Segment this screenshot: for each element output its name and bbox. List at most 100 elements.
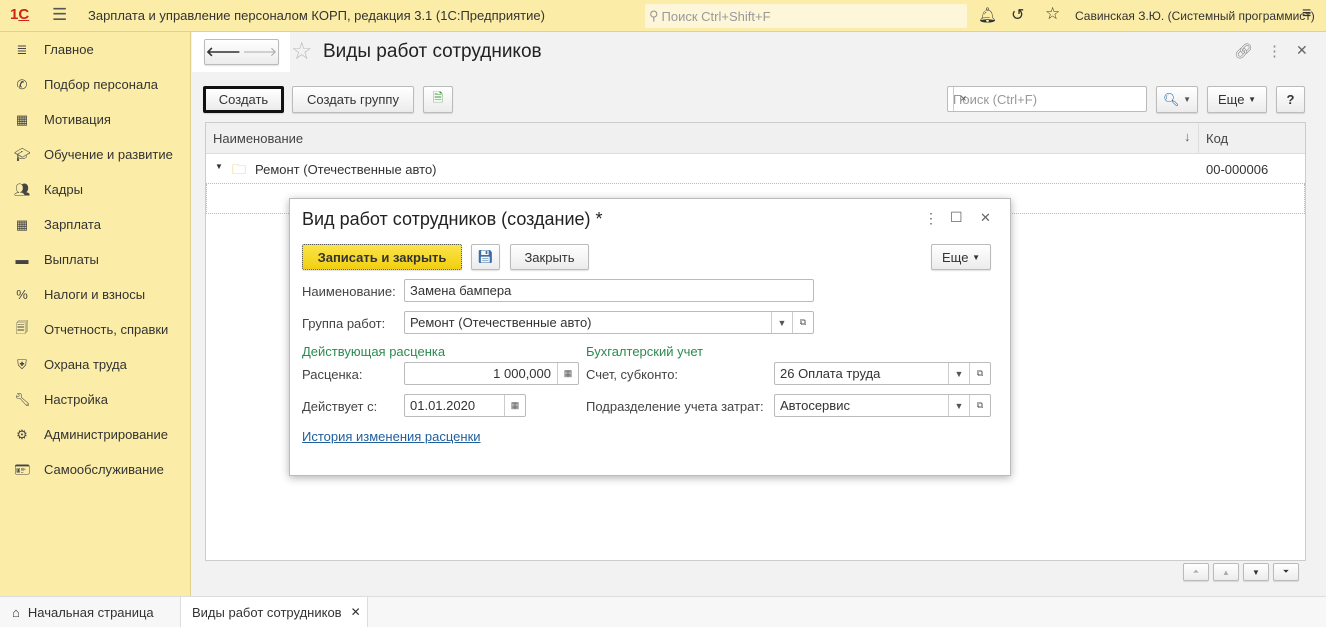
sidebar-item-13[interactable]: 🪪︎ Самообслуживание [0, 452, 191, 487]
search-icon: 🔍︎ [1162, 91, 1180, 107]
valid-from-date-input[interactable]: 01.01.2020 ▦ [404, 394, 526, 417]
open-icon[interactable]: ⧉ [969, 395, 990, 416]
sidebar-item-1[interactable]: ≣ Главное [0, 32, 191, 67]
sidebar-item-2[interactable]: ✆ Подбор персонала [0, 67, 191, 102]
rate-input[interactable]: 1 000,000 ▦ [404, 362, 579, 385]
id-card-icon: 🪪︎ [14, 461, 31, 477]
app-title: Зарплата и управление персоналом КОРП, р… [88, 8, 545, 23]
search-button[interactable]: 🔍︎ ▼ [1156, 86, 1198, 113]
row-code: 00-000006 [1206, 162, 1269, 177]
search-icon: ⚲ [649, 8, 659, 23]
account-select[interactable]: 26 Оплата труда ▼ ⧉ [774, 362, 991, 385]
section-rate: Действующая расценка [302, 344, 446, 359]
user-name[interactable]: Савинская З.Ю. (Системный программист) [1075, 9, 1315, 23]
create-group-button[interactable]: Создать группу [292, 86, 414, 113]
tab-work-types[interactable]: Виды работ сотрудников ✕ [180, 597, 368, 627]
sidebar-item-9[interactable]: 🗐 Отчетность, справки [0, 312, 191, 347]
close-button[interactable]: Закрыть [510, 244, 589, 270]
global-search-input[interactable]: ⚲ Поиск Ctrl+Shift+F [645, 4, 967, 28]
open-icon[interactable]: ⧉ [969, 363, 990, 384]
sidebar-item-6[interactable]: ▦ Зарплата [0, 207, 191, 242]
page-title: Виды работ сотрудников [323, 41, 542, 62]
scroll-up-button[interactable]: ▲ [1213, 563, 1239, 581]
close-tab-icon[interactable]: ✕ [351, 605, 361, 619]
wrench-icon: 🔧︎ [14, 391, 31, 407]
group-select[interactable]: Ремонт (Отечественные авто) ▼ ⧉ [404, 311, 814, 334]
scroll-top-button[interactable]: ⏶ [1183, 563, 1209, 581]
sidebar-item-label: Обучение и развитие [44, 147, 173, 162]
sidebar-item-label: Кадры [44, 182, 83, 197]
group-label: Группа работ: [302, 316, 386, 331]
forward-arrow-icon[interactable]: 🡒 [242, 44, 277, 60]
more-vert-icon[interactable]: ⋮ [924, 210, 938, 227]
sidebar-item-label: Главное [44, 42, 94, 57]
more-vert-icon[interactable]: ⋮ [1267, 42, 1282, 60]
sidebar-item-12[interactable]: ⚙ Администрирование [0, 417, 191, 452]
list-search-input[interactable]: Поиск (Ctrl+F) × [947, 86, 1147, 112]
scroll-bottom-button[interactable]: ⏷ [1273, 563, 1299, 581]
reports-icon: 🗐 [15, 319, 29, 335]
save-icon[interactable]: 💾︎ [471, 244, 500, 270]
column-header-name[interactable]: Наименование [213, 131, 303, 146]
copy-document-icon[interactable]: 🗎 [423, 86, 453, 113]
sidebar-item-11[interactable]: 🔧︎ Настройка [0, 382, 191, 417]
main-menu-icon[interactable]: ☰ [52, 5, 67, 25]
dialog-more-button[interactable]: Еще ▼ [931, 244, 991, 270]
close-icon[interactable]: ✕ [1296, 42, 1308, 59]
dropdown-icon[interactable]: ▼ [948, 363, 969, 384]
name-label: Наименование: [302, 284, 396, 299]
calendar-icon[interactable]: ▦ [504, 395, 525, 416]
people-icon: 👥︎ [14, 181, 31, 197]
sort-arrow-icon[interactable]: ↓ [1184, 129, 1191, 144]
sidebar-item-5[interactable]: 👥︎ Кадры [0, 172, 191, 207]
dept-select[interactable]: Автосервис ▼ ⧉ [774, 394, 991, 417]
sidebar-item-label: Отчетность, справки [44, 322, 169, 337]
shield-icon: ⛨ [17, 356, 27, 372]
name-input[interactable]: Замена бампера [404, 279, 814, 302]
dropdown-icon[interactable]: ▼ [771, 312, 792, 333]
sidebar-item-label: Администрирование [44, 427, 168, 442]
row-name: Ремонт (Отечественные авто) [255, 162, 437, 177]
scroll-down-button[interactable]: ▼ [1243, 563, 1269, 581]
sidebar-item-label: Мотивация [44, 112, 111, 127]
sidebar-item-4[interactable]: 🎓︎ Обучение и развитие [0, 137, 191, 172]
calculator-icon[interactable]: ▦ [557, 363, 578, 384]
star-icon[interactable]: ☆ [1045, 4, 1060, 24]
expand-arrow-icon[interactable]: ▼ [215, 162, 223, 171]
close-icon[interactable]: ✕ [980, 210, 991, 226]
link-icon[interactable]: 🔗︎ [1234, 42, 1253, 60]
save-and-close-button[interactable]: Записать и закрыть [302, 244, 462, 270]
top-bar: 1С ☰ Зарплата и управление персоналом КО… [0, 0, 1326, 32]
column-header-code[interactable]: Код [1206, 131, 1228, 146]
sidebar-item-10[interactable]: ⛨ Охрана труда [0, 347, 191, 382]
favorite-star-icon[interactable]: ☆ [291, 37, 313, 66]
gear-icon: ⚙ [16, 426, 28, 442]
dialog-title: Вид работ сотрудников (создание) * [302, 209, 603, 229]
create-button[interactable]: Создать [203, 86, 284, 113]
more-button[interactable]: Еще ▼ [1207, 86, 1267, 113]
dropdown-icon[interactable]: ▼ [948, 395, 969, 416]
sidebar-item-3[interactable]: ▦ Мотивация [0, 102, 191, 137]
settings-menu-icon[interactable]: ≡ [1302, 5, 1311, 23]
tab-home[interactable]: ⌂ Начальная страница [0, 597, 180, 627]
back-arrow-icon[interactable]: 🡐 [206, 44, 241, 60]
bell-icon[interactable]: 🔔︎ [978, 6, 997, 24]
scroll-buttons: ⏶ ▲ ▼ ⏷ [1183, 563, 1305, 581]
sidebar-item-8[interactable]: % Налоги и взносы [0, 277, 191, 312]
sidebar-item-label: Зарплата [44, 217, 101, 232]
phone-icon: ✆ [16, 76, 28, 92]
rate-history-link[interactable]: История изменения расценки [302, 429, 481, 444]
maximize-icon[interactable]: ☐ [950, 209, 963, 226]
sidebar-item-7[interactable]: ▬ Выплаты [0, 242, 191, 277]
table-row[interactable]: ▼ 🗀 Ремонт (Отечественные авто) 00-00000… [206, 154, 1305, 184]
rate-label: Расценка: [302, 367, 363, 382]
sidebar: ≣ Главное ✆ Подбор персонала ▦ Мотивация 🎓︎ Обу… [0, 32, 191, 596]
nav-buttons: 🡐 🡒 [204, 39, 279, 65]
1c-logo[interactable]: 1С [10, 6, 29, 23]
calculator-icon: ▦ [15, 216, 29, 232]
sidebar-item-label: Самообслуживание [44, 462, 164, 477]
help-button[interactable]: ? [1276, 86, 1305, 113]
history-icon[interactable]: ↺ [1011, 5, 1024, 25]
clear-search-icon[interactable]: × [953, 87, 973, 111]
open-icon[interactable]: ⧉ [792, 312, 813, 333]
